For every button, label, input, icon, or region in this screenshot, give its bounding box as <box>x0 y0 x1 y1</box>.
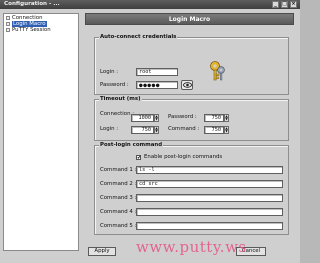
password-timeout-stepper[interactable]: ▲ ▼ <box>224 114 229 122</box>
command-5-label: Command 5 : <box>100 223 137 229</box>
command-timeout-label: Command : <box>168 126 200 132</box>
password-label: Password : <box>100 82 129 88</box>
command-1-label: Command 1 : <box>100 167 137 173</box>
command-3-input[interactable] <box>136 194 283 202</box>
command-4-input[interactable] <box>136 208 283 216</box>
eye-icon <box>182 82 192 88</box>
post-login-group-title: Post-login command <box>99 142 164 149</box>
maximize-button[interactable]: □ <box>281 1 288 8</box>
command-timeout-stepper[interactable]: ▲ ▼ <box>224 126 229 134</box>
cancel-button[interactable]: Cancel <box>236 247 266 256</box>
connection-timeout-label: Connection : <box>100 111 135 117</box>
credentials-group-title: Auto-connect credentials <box>99 34 178 41</box>
login-timeout-stepper[interactable]: ▲ ▼ <box>154 126 159 134</box>
login-field[interactable]: root <box>136 68 178 76</box>
apply-button[interactable]: Apply <box>88 247 116 256</box>
command-3-label: Command 3 : <box>100 195 137 201</box>
command-2-input[interactable]: cd src <box>136 180 283 188</box>
login-timeout-label: Login : <box>100 126 119 132</box>
minimize-button[interactable]: _ <box>272 1 279 8</box>
connection-timeout-input[interactable]: 1000 <box>131 114 154 122</box>
tree-node-icon <box>6 16 10 20</box>
tree-node-icon <box>6 28 10 32</box>
enable-post-login-checkbox[interactable]: ✔ <box>136 155 141 161</box>
tree-item-label: PuTTY Session <box>12 27 51 33</box>
password-timeout-label: Password : <box>168 114 197 120</box>
password-timeout-input[interactable]: 750 <box>204 114 224 122</box>
window-title: Configuration - ... <box>4 1 60 7</box>
command-1-input[interactable]: ls -l <box>136 166 283 174</box>
tree-item-putty-session[interactable]: PuTTY Session <box>6 27 76 33</box>
category-tree: Connection Login Macro PuTTY Session <box>3 13 79 251</box>
timeout-group-title: Timeout (ms) <box>99 96 142 103</box>
enable-post-login-label: Enable post-login commands <box>144 154 223 160</box>
window-titlebar: Configuration - ... _ □ × <box>0 0 300 9</box>
login-label: Login : <box>100 69 119 75</box>
window-controls: _ □ × <box>272 1 297 8</box>
login-timeout-input[interactable]: 750 <box>131 126 154 134</box>
command-2-label: Command 2 : <box>100 181 137 187</box>
show-password-button[interactable] <box>181 80 193 90</box>
tree-node-icon <box>6 22 10 26</box>
command-timeout-input[interactable]: 750 <box>204 126 224 134</box>
password-field[interactable]: ●●●●● <box>136 81 178 89</box>
command-4-label: Command 4 : <box>100 209 137 215</box>
connection-timeout-stepper[interactable]: ▲ ▼ <box>154 114 159 122</box>
command-5-input[interactable] <box>136 222 283 230</box>
page-title: Login Macro <box>85 13 294 25</box>
keys-icon <box>210 61 225 81</box>
close-button[interactable]: × <box>290 1 297 8</box>
